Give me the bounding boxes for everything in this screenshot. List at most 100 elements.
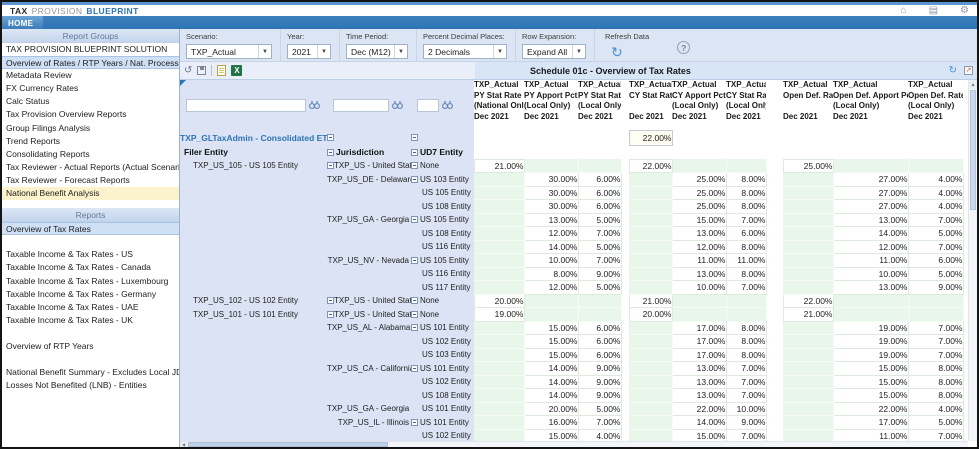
filer-filter-input[interactable] [186,98,306,112]
grid-cell[interactable]: 15.00% [523,320,579,335]
grid-cell[interactable]: 13.00% [832,212,909,227]
filer-entity-cell[interactable] [180,199,327,213]
grid-cell[interactable] [474,199,525,214]
grid-cell[interactable]: 20.00% [473,293,525,308]
grid-cell[interactable]: 4.00% [907,199,964,214]
jurisdiction-cell[interactable]: TXP_US_GA - Georgia [327,213,411,227]
grid-cell[interactable] [783,388,834,403]
grid-cell[interactable]: 5.00% [907,415,964,430]
grid-cell[interactable] [629,321,673,335]
grid-cell[interactable]: 14.00% [671,415,727,430]
grid-cell[interactable] [474,375,525,389]
grid-cell[interactable] [908,159,964,173]
grid-cell[interactable] [833,307,909,322]
ud7-entity-cell[interactable]: US 108 Entity [411,388,474,402]
grid-cell[interactable] [629,402,673,416]
grid-cell[interactable]: 11.00% [671,253,727,268]
filer-entity-cell[interactable] [180,280,327,294]
grid-cell[interactable] [726,130,766,145]
sidebar-group-item[interactable]: National Benefit Analysis [2,187,179,201]
grid-cell[interactable]: 14.00% [523,239,579,254]
grid-cell[interactable]: 5.00% [907,266,964,281]
grid-cell[interactable]: 22.00% [628,129,673,146]
grid-cell[interactable]: 7.00% [577,415,622,430]
sidebar-report-item[interactable]: Taxable Income & Tax Rates - UK [2,314,179,327]
grid-cell[interactable] [726,307,767,322]
grid-cell[interactable]: 8.00% [725,320,767,335]
grid-cell[interactable]: 19.00% [473,307,525,322]
grid-cell[interactable]: 30.00% [523,185,579,200]
grid-cell[interactable]: 8.00% [907,374,964,389]
grid-cell[interactable]: 7.00% [907,334,964,349]
grid-cell[interactable]: 4.00% [907,401,964,416]
grid-cell[interactable]: 8.00% [725,266,767,281]
collapse-icon[interactable] [411,324,418,332]
grid-cell[interactable]: 6.00% [577,199,622,214]
grid-cell[interactable]: 16.00% [523,415,579,430]
document-icon[interactable]: ▤ [929,5,938,16]
grid-cell[interactable]: 25.00% [671,172,727,187]
grid-cell[interactable]: 8.00% [725,334,767,349]
sidebar-group-item[interactable]: Consolidating Reports [2,148,179,161]
grid-cell[interactable] [578,130,621,145]
grid-cell[interactable]: 6.00% [577,185,622,200]
grid-cell[interactable] [629,280,673,295]
grid-cell[interactable]: 10.00% [832,266,909,281]
grid-cell[interactable]: 30.00% [523,199,579,214]
sidebar-report-item[interactable]: Taxable Income & Tax Rates - Germany [2,288,179,301]
collapse-icon[interactable] [411,162,418,170]
help-icon[interactable]: ? [677,41,691,54]
grid-cell[interactable]: 7.00% [907,320,964,335]
grid-cell[interactable]: 17.00% [671,320,727,335]
collapse-icon[interactable] [411,297,418,305]
collapse-icon[interactable] [411,256,418,264]
row-expansion-select[interactable]: Expand All ▼ [522,44,586,59]
grid-cell[interactable]: 7.00% [577,253,622,268]
grid-cell[interactable]: 10.00% [725,401,767,416]
grid-cell[interactable] [629,267,673,281]
grid-cell[interactable] [629,213,673,227]
grid-cell[interactable] [524,294,579,308]
grid-cell[interactable]: 13.00% [671,266,727,281]
home-icon[interactable]: ⌂ [901,5,907,16]
grid-cell[interactable] [629,361,673,376]
grid-cell[interactable]: 12.00% [671,239,727,254]
grid-cell[interactable] [474,186,525,200]
grid-cell[interactable]: 22.00% [671,401,727,416]
sidebar-report-item[interactable]: National Benefit Summary - Excludes Loca… [2,366,179,379]
grid-cell[interactable] [474,361,525,376]
jurisdiction-cell[interactable] [327,280,411,294]
grid-cell[interactable]: 5.00% [907,226,964,241]
jurisdiction-cell[interactable]: TXP_US_AL - Alabama [327,321,411,335]
grid-cell[interactable]: 13.00% [671,361,727,376]
grid-cell[interactable]: 9.00% [725,415,767,430]
grid-cell[interactable] [783,186,834,200]
grid-cell[interactable]: 14.00% [523,374,579,389]
time-period-select[interactable]: Dec (M12) ▼ [346,44,408,59]
jurisdiction-filter-input[interactable] [333,98,389,112]
jurisdiction-cell[interactable]: TXP_US - United States [327,294,411,308]
grid-cell[interactable] [783,240,834,254]
grid-cell[interactable]: 22.00% [832,401,909,416]
grid-cell[interactable]: 12.00% [523,226,579,241]
vertical-scrollbar[interactable]: ▲ [968,80,977,441]
grid-cell[interactable] [783,334,834,349]
grid-cell[interactable] [833,294,909,308]
grid-cell[interactable]: 25.00% [782,158,834,173]
grid-cell[interactable]: 25.00% [671,199,727,214]
sidebar-report-item[interactable]: Taxable Income & Tax Rates - Canada [2,261,179,274]
filer-entity-cell[interactable] [180,361,327,375]
filer-entity-cell[interactable] [180,240,327,254]
grid-cell[interactable] [783,226,834,241]
collapse-icon[interactable] [411,364,418,372]
ud7-entity-cell[interactable]: US 103 Entity [411,348,474,362]
grid-cell[interactable]: 15.00% [832,361,909,376]
grid-cell[interactable] [524,159,579,173]
grid-cell[interactable] [474,348,525,362]
jurisdiction-cell[interactable]: TXP_US_GA - Georgia [327,402,411,416]
grid-cell[interactable]: 22.00% [782,293,834,308]
scroll-up-arrow[interactable]: ▲ [969,80,977,89]
grid-cell[interactable]: 7.00% [907,212,964,227]
collapse-icon[interactable] [411,310,418,318]
grid-cell[interactable]: 6.00% [907,253,964,268]
